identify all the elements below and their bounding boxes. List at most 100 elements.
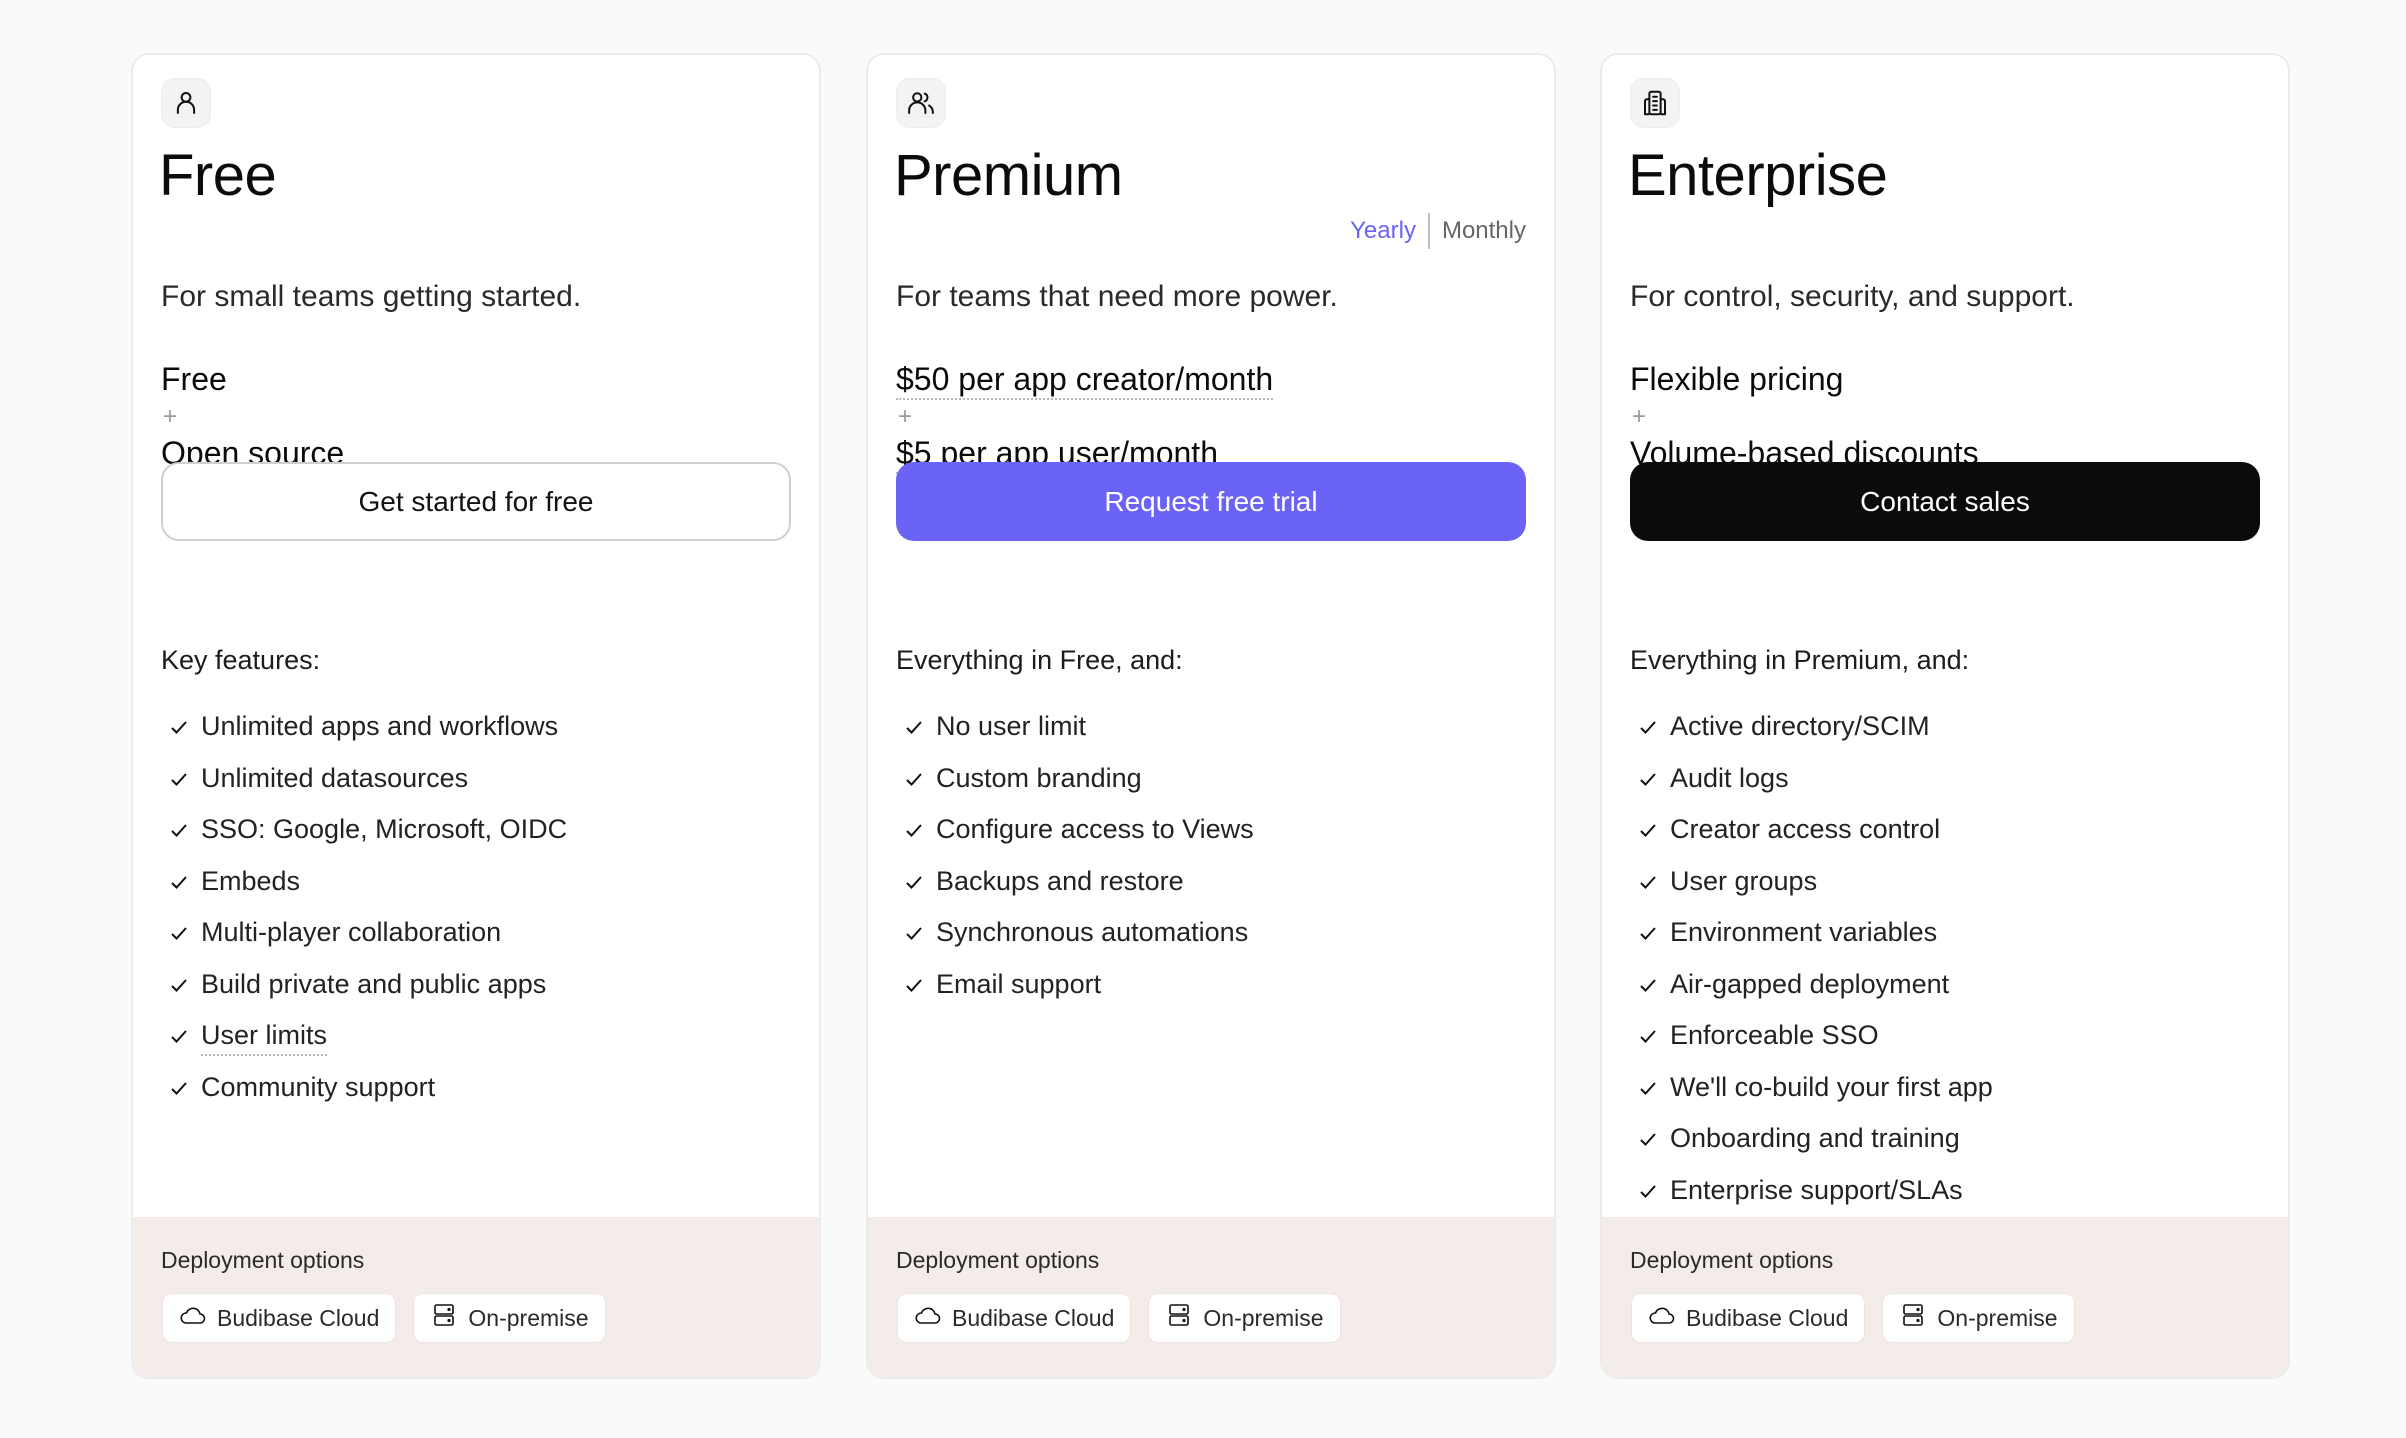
- user-limits-tooltip-trigger[interactable]: User limits: [201, 1018, 327, 1057]
- feature-item: Email support: [896, 967, 1254, 1019]
- server-icon: [1899, 1302, 1927, 1334]
- feature-item: Embeds: [161, 864, 567, 916]
- plan-subtitle: For control, security, and support.: [1630, 280, 2075, 313]
- feature-item: Unlimited datasources: [161, 761, 567, 813]
- billing-monthly-option[interactable]: Monthly: [1442, 217, 1526, 245]
- plus-icon: +: [163, 403, 178, 430]
- billing-toggle: Yearly Monthly: [1350, 213, 1526, 249]
- feature-label: Synchronous automations: [936, 917, 1249, 947]
- feature-label: Unlimited apps and workflows: [201, 711, 559, 741]
- chip-label: On-premise: [1937, 1304, 2058, 1331]
- feature-list: Unlimited apps and workflows Unlimited d…: [161, 709, 567, 1121]
- feature-label: No user limit: [936, 711, 1087, 741]
- feature-item: Build private and public apps: [161, 967, 567, 1019]
- check-icon: [1630, 1173, 1670, 1201]
- feature-label: SSO: Google, Microsoft, OIDC: [201, 814, 568, 844]
- check-icon: [161, 812, 201, 840]
- feature-item: User groups: [1630, 864, 1993, 916]
- check-icon: [161, 967, 201, 995]
- feature-item: Audit logs: [1630, 761, 1993, 813]
- check-icon: [896, 761, 936, 789]
- check-icon: [161, 915, 201, 943]
- deployment-chip-on-premise[interactable]: On-premise: [1148, 1293, 1341, 1343]
- check-icon: [896, 967, 936, 995]
- server-icon: [1165, 1302, 1193, 1334]
- deployment-options-label: Deployment options: [896, 1247, 1100, 1273]
- features-heading: Everything in Premium, and:: [1630, 645, 1970, 675]
- feature-label: Build private and public apps: [201, 968, 547, 999]
- feature-label: Environment variables: [1670, 917, 1938, 947]
- deployment-chip-on-premise[interactable]: On-premise: [413, 1293, 606, 1343]
- feature-item: Synchronous automations: [896, 915, 1254, 967]
- feature-item: Configure access to Views: [896, 812, 1254, 864]
- deployment-chip-cloud[interactable]: Budibase Cloud: [897, 1293, 1132, 1343]
- check-icon: [896, 812, 936, 840]
- feature-item: Creator access control: [1630, 812, 1993, 864]
- price-line-1: Flexible pricing: [1630, 361, 1844, 397]
- feature-item: Active directory/SCIM: [1630, 709, 1993, 761]
- chip-label: Budibase Cloud: [217, 1304, 380, 1331]
- check-icon: [161, 1018, 201, 1046]
- features-heading: Everything in Free, and:: [896, 645, 1183, 675]
- check-icon: [1630, 709, 1670, 737]
- price-line-1: Free: [161, 361, 227, 397]
- deployment-chip-cloud[interactable]: Budibase Cloud: [1631, 1293, 1866, 1343]
- feature-label: Community support: [201, 1071, 436, 1102]
- feature-item: Environment variables: [1630, 915, 1993, 967]
- feature-item: Backups and restore: [896, 864, 1254, 916]
- feature-label: Air-gapped deployment: [1670, 968, 1950, 999]
- chip-label: Budibase Cloud: [1686, 1304, 1849, 1331]
- check-icon: [1630, 1070, 1670, 1098]
- plan-card-free: Free For small teams getting started. Fr…: [131, 53, 821, 1379]
- deployment-footer: Deployment options Budibase Cloud On-pre…: [133, 1217, 819, 1377]
- feature-item: Unlimited apps and workflows: [161, 709, 567, 761]
- feature-label: Active directory/SCIM: [1670, 711, 1930, 741]
- deployment-options-label: Deployment options: [1630, 1247, 1834, 1273]
- cloud-icon: [1648, 1302, 1676, 1334]
- plus-icon: +: [1632, 403, 1647, 430]
- cloud-icon: [914, 1302, 942, 1334]
- feature-label: Configure access to Views: [936, 814, 1254, 844]
- check-icon: [161, 1070, 201, 1098]
- feature-label: Unlimited datasources: [201, 762, 469, 793]
- check-icon: [1630, 1121, 1670, 1149]
- chip-label: Budibase Cloud: [952, 1304, 1115, 1331]
- server-icon: [430, 1302, 458, 1334]
- plan-title: Premium: [894, 143, 1123, 208]
- feature-item: We'll co-build your first app: [1630, 1070, 1993, 1122]
- creator-price[interactable]: $50 per app creator/month: [896, 361, 1274, 400]
- plan-card-enterprise: Enterprise For control, security, and su…: [1600, 53, 2290, 1379]
- feature-label: Creator access control: [1670, 814, 1941, 844]
- features-heading: Key features:: [161, 645, 321, 675]
- deployment-chip-on-premise[interactable]: On-premise: [1882, 1293, 2075, 1343]
- get-started-free-button[interactable]: Get started for free: [161, 462, 791, 541]
- feature-list: Active directory/SCIM Audit logs Creator…: [1630, 709, 1993, 1224]
- check-icon: [896, 864, 936, 892]
- plan-subtitle: For teams that need more power.: [896, 280, 1338, 313]
- feature-item: Custom branding: [896, 761, 1254, 813]
- request-free-trial-button[interactable]: Request free trial: [896, 462, 1526, 541]
- cloud-icon: [179, 1302, 207, 1334]
- deployment-footer: Deployment options Budibase Cloud On-pre…: [1602, 1217, 2288, 1377]
- contact-sales-button[interactable]: Contact sales: [1630, 462, 2260, 541]
- feature-label: Multi-player collaboration: [201, 917, 502, 947]
- check-icon: [1630, 967, 1670, 995]
- plan-title: Free: [159, 143, 277, 208]
- deployment-footer: Deployment options Budibase Cloud On-pre…: [868, 1217, 1554, 1377]
- check-icon: [1630, 1018, 1670, 1046]
- feature-label: We'll co-build your first app: [1670, 1071, 1993, 1102]
- chip-label: On-premise: [468, 1304, 589, 1331]
- deployment-chip-cloud[interactable]: Budibase Cloud: [162, 1293, 397, 1343]
- plus-icon: +: [898, 403, 913, 430]
- feature-label: Audit logs: [1670, 762, 1789, 793]
- billing-yearly-option[interactable]: Yearly: [1350, 217, 1416, 245]
- check-icon: [1630, 915, 1670, 943]
- feature-item: User limits: [161, 1018, 567, 1070]
- feature-label: Custom branding: [936, 762, 1142, 793]
- feature-label: Onboarding and training: [1670, 1123, 1960, 1153]
- feature-item: Air-gapped deployment: [1630, 967, 1993, 1019]
- toggle-divider: [1427, 213, 1430, 249]
- feature-item: No user limit: [896, 709, 1254, 761]
- plan-subtitle: For small teams getting started.: [161, 280, 582, 313]
- user-icon: [161, 78, 211, 128]
